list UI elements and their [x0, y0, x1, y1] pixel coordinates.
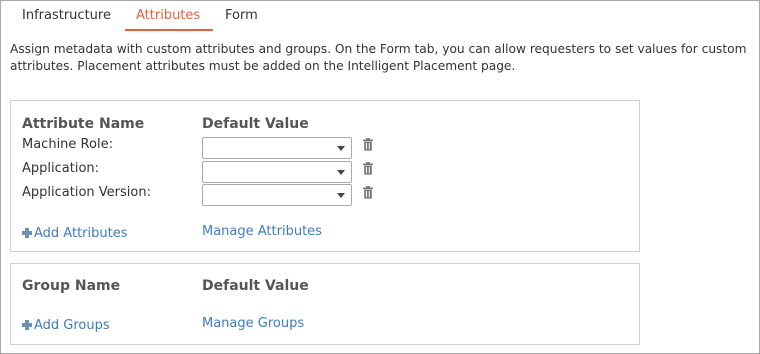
- attribute-default-value-header: Default Value: [202, 116, 309, 132]
- tab-bar: Infrastructure Attributes Form: [1, 1, 759, 31]
- trash-icon[interactable]: [362, 138, 374, 151]
- add-groups-link[interactable]: Add Groups: [22, 318, 110, 333]
- chevron-down-icon: [337, 193, 345, 198]
- add-attributes-label: Add Attributes: [34, 226, 128, 241]
- page-description: Assign metadata with custom attributes a…: [10, 42, 747, 73]
- active-tab-indicator: [125, 29, 213, 31]
- group-name-header: Group Name: [22, 278, 121, 294]
- tab-infrastructure[interactable]: Infrastructure: [22, 8, 111, 23]
- attributes-panel: Attribute Name Default Value Machine Rol…: [10, 100, 640, 252]
- add-groups-label: Add Groups: [34, 318, 110, 333]
- application-version-select[interactable]: [202, 184, 352, 206]
- attributes-page: Infrastructure Attributes Form Assign me…: [0, 0, 760, 354]
- attribute-label-application: Application:: [22, 161, 100, 176]
- plus-icon: [22, 320, 32, 330]
- chevron-down-icon: [337, 170, 345, 175]
- trash-icon[interactable]: [362, 162, 374, 175]
- tab-attributes[interactable]: Attributes: [136, 8, 200, 23]
- plus-icon: [22, 228, 32, 238]
- attribute-name-header: Attribute Name: [22, 116, 145, 132]
- machine-role-select[interactable]: [202, 137, 352, 159]
- chevron-down-icon: [337, 146, 345, 151]
- application-select[interactable]: [202, 161, 352, 183]
- groups-panel: Group Name Default Value Add Groups Mana…: [10, 263, 640, 345]
- attribute-label-machine-role: Machine Role:: [22, 137, 113, 152]
- manage-attributes-link[interactable]: Manage Attributes: [202, 224, 322, 239]
- manage-groups-link[interactable]: Manage Groups: [202, 316, 304, 331]
- attribute-label-application-version: Application Version:: [22, 185, 151, 200]
- trash-icon[interactable]: [362, 186, 374, 199]
- add-attributes-link[interactable]: Add Attributes: [22, 226, 127, 241]
- group-default-value-header: Default Value: [202, 278, 309, 294]
- tab-form[interactable]: Form: [225, 8, 258, 23]
